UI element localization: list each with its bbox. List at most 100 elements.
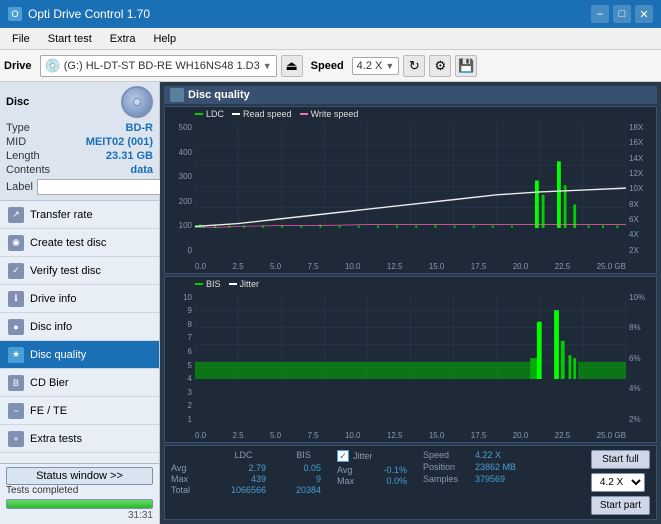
speed-position-stats: Speed 4.22 X Position 23862 MB Samples 3… xyxy=(423,450,516,484)
bis-x-axis: 0.0 2.5 5.0 7.5 10.0 12.5 15.0 17.5 20.0… xyxy=(195,431,626,440)
jitter-checkbox[interactable]: ✓ xyxy=(337,450,349,462)
write-speed-color xyxy=(300,113,308,115)
sidebar-item-label: Disc info xyxy=(30,321,72,333)
progress-fill xyxy=(7,500,152,508)
ldc-legend: LDC Read speed Write speed xyxy=(195,109,358,119)
bis-y-axis-left: 10 9 8 7 6 5 4 3 2 1 xyxy=(165,293,195,425)
drive-value: (G:) HL-DT-ST BD-RE WH16NS48 1.D3 xyxy=(64,60,260,72)
total-ldc: 1066566 xyxy=(221,485,266,495)
samples-label: Samples xyxy=(423,474,471,484)
status-bar: Status window >> Tests completed 31:31 xyxy=(0,463,159,524)
blank-label xyxy=(171,450,201,460)
eject-button[interactable]: ⏏ xyxy=(281,55,303,77)
sidebar-item-drive-info[interactable]: ℹ Drive info xyxy=(0,285,159,313)
disc-quality-header: Disc quality xyxy=(164,86,657,104)
save-button[interactable]: 💾 xyxy=(455,55,477,77)
refresh-button[interactable]: ↻ xyxy=(403,55,425,77)
contents-label: Contents xyxy=(6,164,50,176)
sidebar-item-fe-te[interactable]: ~ FE / TE xyxy=(0,397,159,425)
ldc-chart-svg xyxy=(195,123,626,228)
max-ldc: 439 xyxy=(221,474,266,484)
ldc-y-axis-left: 500 400 300 200 100 0 xyxy=(165,123,195,255)
speed-value: 4.2 X xyxy=(357,60,383,72)
ldc-x-axis: 0.0 2.5 5.0 7.5 10.0 12.5 15.0 17.5 20.0… xyxy=(195,262,626,271)
sidebar-item-label: CD Bier xyxy=(30,377,69,389)
status-window-button[interactable]: Status window >> xyxy=(6,467,153,485)
label-label: Label xyxy=(6,181,33,193)
label-input[interactable] xyxy=(37,179,175,195)
menu-help[interactable]: Help xyxy=(145,31,184,47)
app-title: Opti Drive Control 1.70 xyxy=(28,7,150,21)
nav-items: ↗ Transfer rate ◉ Create test disc ✓ Ver… xyxy=(0,201,159,463)
sidebar-item-label: Disc quality xyxy=(30,349,86,361)
start-part-button[interactable]: Start part xyxy=(591,496,650,515)
sidebar-item-disc-info[interactable]: ● Disc info xyxy=(0,313,159,341)
type-value: BD-R xyxy=(126,122,154,134)
sidebar-item-disc-quality[interactable]: ★ Disc quality xyxy=(0,341,159,369)
bis-col-header: BIS xyxy=(286,450,321,460)
menu-extra[interactable]: Extra xyxy=(102,31,144,47)
toolbar: Drive 💿 (G:) HL-DT-ST BD-RE WH16NS48 1.D… xyxy=(0,50,661,82)
minimize-button[interactable]: – xyxy=(591,5,609,23)
menu-start-test[interactable]: Start test xyxy=(40,31,100,47)
sidebar-item-verify-test-disc[interactable]: ✓ Verify test disc xyxy=(0,257,159,285)
ldc-bis-stats: LDC BIS Avg 2.79 0.05 Max 439 9 Total xyxy=(171,450,321,495)
sidebar: Disc Type BD-R MID MEIT02 (001) Length 2… xyxy=(0,82,160,524)
bis-legend-jitter: Jitter xyxy=(229,279,260,289)
speed-stat-label: Speed xyxy=(423,450,471,460)
speed-stat-val: 4.22 X xyxy=(475,450,501,460)
settings-button[interactable]: ⚙ xyxy=(429,55,451,77)
speed-label: Speed xyxy=(311,60,344,72)
create-test-disc-icon: ◉ xyxy=(8,235,24,251)
sidebar-item-label: FE / TE xyxy=(30,405,67,417)
sidebar-item-create-test-disc[interactable]: ◉ Create test disc xyxy=(0,229,159,257)
disc-info-icon: ● xyxy=(8,319,24,335)
disc-panel-title: Disc xyxy=(6,96,29,108)
disc-quality-icon: ★ xyxy=(8,347,24,363)
cd-bier-icon: B xyxy=(8,375,24,391)
drive-selector[interactable]: 💿 (G:) HL-DT-ST BD-RE WH16NS48 1.D3 ▼ xyxy=(40,55,277,77)
sidebar-item-extra-tests[interactable]: + Extra tests xyxy=(0,425,159,453)
ldc-col-header: LDC xyxy=(221,450,266,460)
charts-area: LDC Read speed Write speed 500 400 300 xyxy=(164,106,657,520)
main-area: Disc Type BD-R MID MEIT02 (001) Length 2… xyxy=(0,82,661,524)
jitter-avg-label: Avg xyxy=(337,465,365,475)
jitter-avg-val: -0.1% xyxy=(369,465,407,475)
start-full-button[interactable]: Start full xyxy=(591,450,650,469)
sidebar-item-label: Extra tests xyxy=(30,433,82,445)
sidebar-item-cd-bier[interactable]: B CD Bier xyxy=(0,369,159,397)
maximize-button[interactable]: □ xyxy=(613,5,631,23)
close-button[interactable]: ✕ xyxy=(635,5,653,23)
disc-icon xyxy=(121,86,153,118)
ldc-legend-read: Read speed xyxy=(232,109,292,119)
jitter-color xyxy=(229,283,237,285)
ldc-y-axis-right: 18X 16X 14X 12X 10X 8X 6X 4X 2X xyxy=(626,123,656,255)
action-buttons: Start full 4.2 X 8.0 X 2.0 X Start part xyxy=(591,450,650,515)
drive-info-icon: ℹ xyxy=(8,291,24,307)
mid-label: MID xyxy=(6,136,26,148)
menu-bar: File Start test Extra Help xyxy=(0,28,661,50)
type-label: Type xyxy=(6,122,30,134)
mid-value: MEIT02 (001) xyxy=(86,136,153,148)
speed-selector[interactable]: 4.2 X ▼ xyxy=(352,57,400,75)
ldc-chart: LDC Read speed Write speed 500 400 300 xyxy=(164,106,657,274)
sidebar-item-transfer-rate[interactable]: ↗ Transfer rate xyxy=(0,201,159,229)
ldc-color xyxy=(195,113,203,115)
menu-file[interactable]: File xyxy=(4,31,38,47)
verify-test-disc-icon: ✓ xyxy=(8,263,24,279)
window-controls: – □ ✕ xyxy=(591,5,653,23)
length-label: Length xyxy=(6,150,40,162)
total-label: Total xyxy=(171,485,201,495)
speed-dropdown[interactable]: 4.2 X 8.0 X 2.0 X xyxy=(591,473,645,492)
bis-legend: BIS Jitter xyxy=(195,279,259,289)
samples-val: 379569 xyxy=(475,474,505,484)
disc-panel: Disc Type BD-R MID MEIT02 (001) Length 2… xyxy=(0,82,159,201)
jitter-max-label: Max xyxy=(337,476,365,486)
elapsed-time: 31:31 xyxy=(128,510,153,521)
content-area: Disc quality LDC Read speed xyxy=(160,82,661,524)
max-label: Max xyxy=(171,474,201,484)
bis-chart: BIS Jitter 10 9 8 7 6 5 4 3 xyxy=(164,276,657,444)
progress-bar xyxy=(6,499,153,509)
title-bar: O Opti Drive Control 1.70 – □ ✕ xyxy=(0,0,661,28)
extra-tests-icon: + xyxy=(8,431,24,447)
